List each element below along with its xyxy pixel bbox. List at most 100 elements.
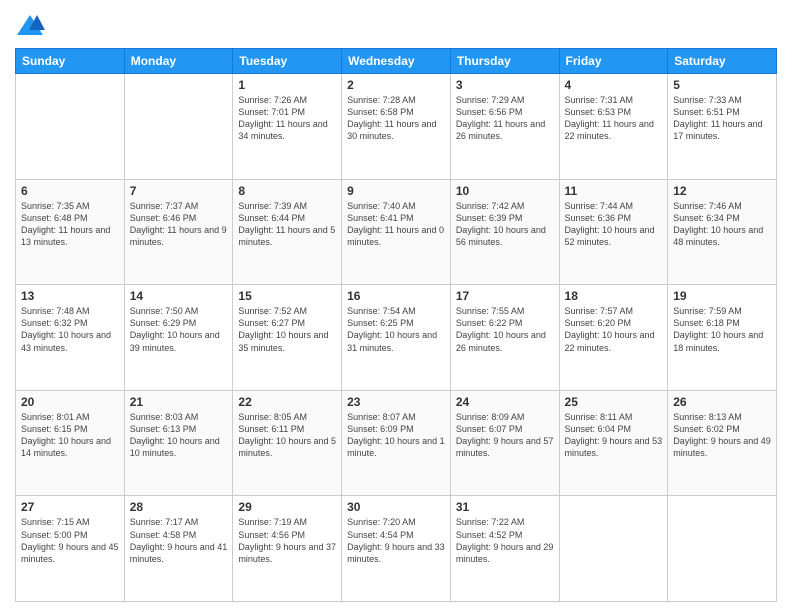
cell-info: Sunrise: 8:11 AMSunset: 6:04 PMDaylight:… bbox=[565, 411, 663, 460]
calendar-cell: 28Sunrise: 7:17 AMSunset: 4:58 PMDayligh… bbox=[124, 496, 233, 602]
logo-icon bbox=[15, 10, 45, 40]
weekday-header-wednesday: Wednesday bbox=[342, 49, 451, 74]
cell-info: Sunrise: 7:20 AMSunset: 4:54 PMDaylight:… bbox=[347, 516, 445, 565]
calendar-cell bbox=[668, 496, 777, 602]
calendar-cell: 3 Sunrise: 7:29 AMSunset: 6:56 PMDaylight… bbox=[450, 74, 559, 180]
week-row-2: 13 Sunrise: 7:48 AMSunset: 6:32 PMDayligh… bbox=[16, 285, 777, 391]
calendar-cell: 26 Sunrise: 8:13 AMSunset: 6:02 PMDayligh… bbox=[668, 390, 777, 496]
week-row-3: 20 Sunrise: 8:01 AMSunset: 6:15 PMDayligh… bbox=[16, 390, 777, 496]
calendar-cell: 18 Sunrise: 7:57 AMSunset: 6:20 PMDayligh… bbox=[559, 285, 668, 391]
calendar-cell: 15Sunrise: 7:52 AMSunset: 6:27 PMDayligh… bbox=[233, 285, 342, 391]
calendar-cell: 8 Sunrise: 7:39 AMSunset: 6:44 PMDaylight… bbox=[233, 179, 342, 285]
cell-info: Sunrise: 7:59 AMSunset: 6:18 PMDaylight:… bbox=[673, 305, 771, 354]
cell-info: Sunrise: 7:44 AMSunset: 6:36 PMDaylight:… bbox=[565, 200, 663, 249]
week-row-4: 27Sunrise: 7:15 AMSunset: 5:00 PMDayligh… bbox=[16, 496, 777, 602]
cell-info: Sunrise: 7:33 AMSunset: 6:51 PMDaylight:… bbox=[673, 94, 771, 143]
day-number: 13 bbox=[21, 289, 119, 303]
cell-info: Sunrise: 8:05 AMSunset: 6:11 PMDaylight:… bbox=[238, 411, 336, 460]
day-number: 23 bbox=[347, 395, 445, 409]
calendar-cell: 5 Sunrise: 7:33 AMSunset: 6:51 PMDaylight… bbox=[668, 74, 777, 180]
cell-info: Sunrise: 7:28 AMSunset: 6:58 PMDaylight:… bbox=[347, 94, 445, 143]
weekday-header-monday: Monday bbox=[124, 49, 233, 74]
day-number: 19 bbox=[673, 289, 771, 303]
calendar-cell: 7 Sunrise: 7:37 AMSunset: 6:46 PMDaylight… bbox=[124, 179, 233, 285]
calendar-cell: 27Sunrise: 7:15 AMSunset: 5:00 PMDayligh… bbox=[16, 496, 125, 602]
cell-info: Sunrise: 7:54 AMSunset: 6:25 PMDaylight:… bbox=[347, 305, 445, 354]
calendar-cell: 17 Sunrise: 7:55 AMSunset: 6:22 PMDayligh… bbox=[450, 285, 559, 391]
day-number: 18 bbox=[565, 289, 663, 303]
day-number: 11 bbox=[565, 184, 663, 198]
cell-info: Sunrise: 8:03 AMSunset: 6:13 PMDaylight:… bbox=[130, 411, 228, 460]
cell-info: Sunrise: 7:57 AMSunset: 6:20 PMDaylight:… bbox=[565, 305, 663, 354]
cell-info: Sunrise: 7:39 AMSunset: 6:44 PMDaylight:… bbox=[238, 200, 336, 249]
day-number: 20 bbox=[21, 395, 119, 409]
day-number: 3 bbox=[456, 78, 554, 92]
weekday-header-saturday: Saturday bbox=[668, 49, 777, 74]
calendar-cell bbox=[559, 496, 668, 602]
day-number: 7 bbox=[130, 184, 228, 198]
logo bbox=[15, 10, 49, 40]
calendar-cell: 13 Sunrise: 7:48 AMSunset: 6:32 PMDayligh… bbox=[16, 285, 125, 391]
calendar-cell: 4 Sunrise: 7:31 AMSunset: 6:53 PMDaylight… bbox=[559, 74, 668, 180]
calendar-cell: 2 Sunrise: 7:28 AMSunset: 6:58 PMDaylight… bbox=[342, 74, 451, 180]
cell-info: Sunrise: 7:37 AMSunset: 6:46 PMDaylight:… bbox=[130, 200, 228, 249]
day-number: 22 bbox=[238, 395, 336, 409]
calendar-cell: 1Sunrise: 7:26 AMSunset: 7:01 PMDaylight… bbox=[233, 74, 342, 180]
cell-info: Sunrise: 7:22 AMSunset: 4:52 PMDaylight:… bbox=[456, 516, 554, 565]
calendar-cell: 31 Sunrise: 7:22 AMSunset: 4:52 PMDayligh… bbox=[450, 496, 559, 602]
day-number: 12 bbox=[673, 184, 771, 198]
day-number: 8 bbox=[238, 184, 336, 198]
day-number: 25 bbox=[565, 395, 663, 409]
day-number: 6 bbox=[21, 184, 119, 198]
calendar-cell: 29 Sunrise: 7:19 AMSunset: 4:56 PMDayligh… bbox=[233, 496, 342, 602]
cell-info: Sunrise: 8:01 AMSunset: 6:15 PMDaylight:… bbox=[21, 411, 119, 460]
cell-info: Sunrise: 7:29 AMSunset: 6:56 PMDaylight:… bbox=[456, 94, 554, 143]
day-number: 14 bbox=[130, 289, 228, 303]
calendar-cell: 24Sunrise: 8:09 AMSunset: 6:07 PMDayligh… bbox=[450, 390, 559, 496]
calendar-cell: 12 Sunrise: 7:46 AMSunset: 6:34 PMDayligh… bbox=[668, 179, 777, 285]
day-number: 4 bbox=[565, 78, 663, 92]
day-number: 31 bbox=[456, 500, 554, 514]
weekday-header-tuesday: Tuesday bbox=[233, 49, 342, 74]
day-number: 5 bbox=[673, 78, 771, 92]
cell-info: Sunrise: 7:31 AMSunset: 6:53 PMDaylight:… bbox=[565, 94, 663, 143]
day-number: 15 bbox=[238, 289, 336, 303]
day-number: 17 bbox=[456, 289, 554, 303]
day-number: 26 bbox=[673, 395, 771, 409]
day-number: 9 bbox=[347, 184, 445, 198]
calendar-cell: 22 Sunrise: 8:05 AMSunset: 6:11 PMDayligh… bbox=[233, 390, 342, 496]
calendar-cell bbox=[124, 74, 233, 180]
weekday-header-sunday: Sunday bbox=[16, 49, 125, 74]
cell-info: Sunrise: 7:55 AMSunset: 6:22 PMDaylight:… bbox=[456, 305, 554, 354]
cell-info: Sunrise: 8:13 AMSunset: 6:02 PMDaylight:… bbox=[673, 411, 771, 460]
weekday-header-row: SundayMondayTuesdayWednesdayThursdayFrid… bbox=[16, 49, 777, 74]
cell-info: Sunrise: 7:50 AMSunset: 6:29 PMDaylight:… bbox=[130, 305, 228, 354]
cell-info: Sunrise: 7:19 AMSunset: 4:56 PMDaylight:… bbox=[238, 516, 336, 565]
calendar-cell: 25 Sunrise: 8:11 AMSunset: 6:04 PMDayligh… bbox=[559, 390, 668, 496]
calendar-cell: 16 Sunrise: 7:54 AMSunset: 6:25 PMDayligh… bbox=[342, 285, 451, 391]
day-number: 2 bbox=[347, 78, 445, 92]
day-number: 24 bbox=[456, 395, 554, 409]
day-number: 28 bbox=[130, 500, 228, 514]
week-row-0: 1Sunrise: 7:26 AMSunset: 7:01 PMDaylight… bbox=[16, 74, 777, 180]
calendar-table: SundayMondayTuesdayWednesdayThursdayFrid… bbox=[15, 48, 777, 602]
cell-info: Sunrise: 7:35 AMSunset: 6:48 PMDaylight:… bbox=[21, 200, 119, 249]
cell-info: Sunrise: 7:40 AMSunset: 6:41 PMDaylight:… bbox=[347, 200, 445, 249]
day-number: 10 bbox=[456, 184, 554, 198]
cell-info: Sunrise: 7:46 AMSunset: 6:34 PMDaylight:… bbox=[673, 200, 771, 249]
calendar-cell bbox=[16, 74, 125, 180]
calendar-cell: 21Sunrise: 8:03 AMSunset: 6:13 PMDayligh… bbox=[124, 390, 233, 496]
day-number: 30 bbox=[347, 500, 445, 514]
cell-info: Sunrise: 7:42 AMSunset: 6:39 PMDaylight:… bbox=[456, 200, 554, 249]
calendar-cell: 14 Sunrise: 7:50 AMSunset: 6:29 PMDayligh… bbox=[124, 285, 233, 391]
day-number: 29 bbox=[238, 500, 336, 514]
calendar-cell: 23Sunrise: 8:07 AMSunset: 6:09 PMDayligh… bbox=[342, 390, 451, 496]
calendar-cell: 9 Sunrise: 7:40 AMSunset: 6:41 PMDaylight… bbox=[342, 179, 451, 285]
cell-info: Sunrise: 7:48 AMSunset: 6:32 PMDaylight:… bbox=[21, 305, 119, 354]
day-number: 16 bbox=[347, 289, 445, 303]
calendar-cell: 20 Sunrise: 8:01 AMSunset: 6:15 PMDayligh… bbox=[16, 390, 125, 496]
week-row-1: 6 Sunrise: 7:35 AMSunset: 6:48 PMDaylight… bbox=[16, 179, 777, 285]
calendar-cell: 11 Sunrise: 7:44 AMSunset: 6:36 PMDayligh… bbox=[559, 179, 668, 285]
day-number: 1 bbox=[238, 78, 336, 92]
header bbox=[15, 10, 777, 40]
